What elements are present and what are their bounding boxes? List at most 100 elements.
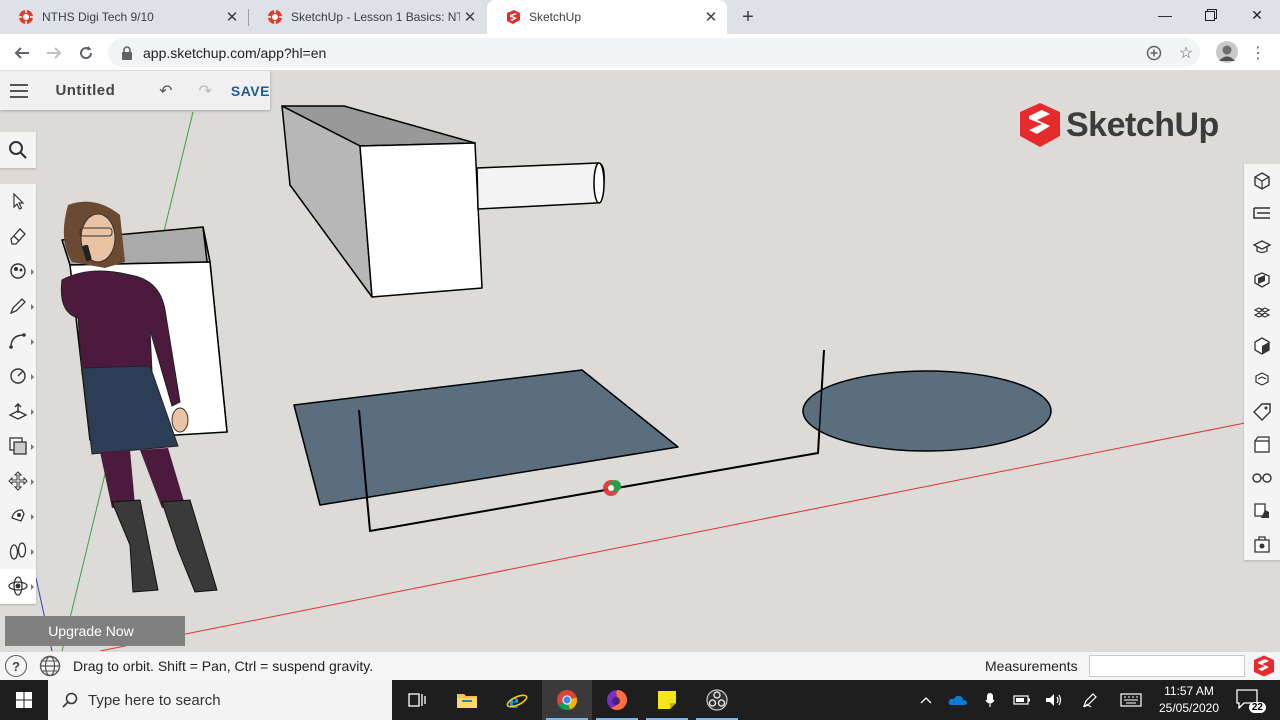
taskbar-search-box[interactable]: Type here to search bbox=[48, 680, 392, 720]
instructor-icon bbox=[1252, 239, 1272, 253]
outliner-button[interactable] bbox=[1244, 197, 1280, 230]
profile-avatar[interactable] bbox=[1215, 40, 1239, 64]
materials-icon bbox=[1253, 306, 1271, 318]
reload-button[interactable] bbox=[73, 40, 99, 66]
close-window-button[interactable]: ✕ bbox=[1234, 0, 1280, 30]
tab-sketchup-active[interactable]: SketchUp ✕ bbox=[487, 0, 727, 34]
forward-button[interactable] bbox=[41, 40, 67, 66]
start-button[interactable] bbox=[0, 680, 48, 720]
select-tool[interactable] bbox=[0, 184, 36, 218]
chevron-up-icon bbox=[920, 697, 932, 704]
tab-title: SketchUp - Lesson 1 Basics: NTHS bbox=[291, 10, 460, 24]
close-tab-icon[interactable]: ✕ bbox=[222, 7, 242, 27]
lock-icon bbox=[122, 45, 132, 60]
arc-icon bbox=[9, 333, 26, 349]
notification-center-button[interactable]: 22 bbox=[1236, 689, 1266, 713]
push-pull-tool[interactable] bbox=[0, 394, 36, 428]
rotate-tool[interactable] bbox=[0, 499, 36, 533]
globe-icon[interactable] bbox=[39, 655, 61, 677]
install-app-icon[interactable] bbox=[1143, 42, 1165, 64]
offset-tool[interactable] bbox=[0, 429, 36, 463]
pen-workspace-icon[interactable] bbox=[1080, 690, 1100, 710]
bookmark-star-icon[interactable]: ☆ bbox=[1175, 42, 1197, 64]
obs-button[interactable] bbox=[692, 680, 742, 720]
orbit-icon bbox=[8, 576, 28, 596]
minimize-window-button[interactable]: — bbox=[1142, 0, 1188, 30]
orbit-tool[interactable] bbox=[0, 569, 36, 603]
sticky-notes-button[interactable] bbox=[642, 680, 692, 720]
walk-tool[interactable] bbox=[0, 534, 36, 568]
help-icon[interactable]: ? bbox=[5, 655, 27, 677]
restore-window-button[interactable] bbox=[1188, 0, 1234, 30]
right-panel-toolbar bbox=[1244, 164, 1280, 560]
measurements-input[interactable] bbox=[1089, 655, 1245, 677]
entity-info-button[interactable] bbox=[1244, 164, 1280, 197]
shadows-button[interactable] bbox=[1244, 494, 1280, 527]
scenes-button[interactable] bbox=[1244, 362, 1280, 395]
solid-inspector-icon bbox=[1254, 535, 1270, 553]
scenes-icon bbox=[1255, 371, 1269, 386]
new-tab-button[interactable]: + bbox=[737, 6, 759, 28]
hamburger-menu-icon[interactable] bbox=[0, 83, 37, 98]
upgrade-now-button[interactable]: Upgrade Now bbox=[5, 616, 185, 646]
internet-explorer-icon: e bbox=[506, 689, 528, 711]
sketchup-logo-text: SketchUp bbox=[1066, 105, 1219, 144]
canvas-favicon-icon bbox=[267, 9, 283, 25]
show-hidden-icons-button[interactable] bbox=[916, 690, 936, 710]
display-button[interactable] bbox=[1244, 428, 1280, 461]
arc-tool[interactable] bbox=[0, 324, 36, 358]
file-bar: Untitled ↶ ↷ SAVE bbox=[0, 71, 270, 110]
instructor-button[interactable] bbox=[1244, 230, 1280, 263]
pencil-tool[interactable] bbox=[0, 289, 36, 323]
microphone-icon[interactable] bbox=[980, 690, 1000, 710]
tab-nths-digi-tech[interactable]: NTHS Digi Tech 9/10 ✕ bbox=[0, 0, 248, 34]
circle-icon bbox=[10, 368, 26, 384]
search-tool-button[interactable] bbox=[0, 132, 36, 168]
select-icon bbox=[13, 192, 25, 210]
onedrive-icon[interactable] bbox=[948, 690, 968, 710]
chrome-menu-icon[interactable]: ⋮ bbox=[1247, 42, 1269, 64]
components-button[interactable] bbox=[1244, 263, 1280, 296]
file-name[interactable]: Untitled bbox=[55, 82, 146, 99]
address-bar[interactable]: app.sketchup.com/app?hl=en bbox=[108, 38, 1200, 67]
offset-icon bbox=[9, 437, 27, 455]
styles-button[interactable] bbox=[1244, 329, 1280, 362]
tags-button[interactable] bbox=[1244, 395, 1280, 428]
task-view-button[interactable] bbox=[392, 680, 442, 720]
solid-inspector-button[interactable] bbox=[1244, 527, 1280, 560]
paint-bucket-icon bbox=[10, 263, 26, 279]
eraser-tool[interactable] bbox=[0, 219, 36, 253]
internet-explorer-button[interactable]: e bbox=[492, 680, 542, 720]
close-tab-icon[interactable]: ✕ bbox=[701, 7, 721, 27]
chrome-button[interactable] bbox=[542, 680, 592, 720]
xray-button[interactable] bbox=[1244, 461, 1280, 494]
file-explorer-button[interactable] bbox=[442, 680, 492, 720]
circle-tool[interactable] bbox=[0, 359, 36, 393]
sketchup-status-icon[interactable] bbox=[1253, 655, 1275, 677]
close-tab-icon[interactable]: ✕ bbox=[460, 7, 480, 27]
back-arrow-icon bbox=[14, 47, 29, 59]
undo-icon[interactable]: ↶ bbox=[146, 81, 185, 101]
firefox-button[interactable] bbox=[592, 680, 642, 720]
save-button[interactable]: SAVE bbox=[231, 83, 270, 99]
tab-title: SketchUp bbox=[529, 10, 582, 24]
system-clock[interactable]: 11:57 AM 25/05/2020 bbox=[1150, 683, 1228, 717]
3d-model-canvas[interactable] bbox=[0, 71, 1280, 651]
cylinder bbox=[476, 162, 605, 210]
rectangular-box bbox=[281, 105, 483, 298]
touch-keyboard-icon[interactable] bbox=[1118, 690, 1144, 710]
back-button[interactable] bbox=[9, 40, 35, 66]
search-icon bbox=[62, 692, 78, 708]
windows-logo-icon bbox=[16, 692, 32, 708]
sketchup-viewport[interactable]: Untitled ↶ ↷ SAVE SketchUp Upgrade Now bbox=[0, 71, 1280, 651]
move-tool[interactable] bbox=[0, 464, 36, 498]
eraser-icon bbox=[10, 228, 26, 245]
tab-sketchup-lesson[interactable]: SketchUp - Lesson 1 Basics: NTHS ✕ bbox=[249, 0, 486, 34]
materials-button[interactable] bbox=[1244, 296, 1280, 329]
paint-bucket-tool[interactable] bbox=[0, 254, 36, 288]
volume-icon[interactable] bbox=[1044, 690, 1064, 710]
canvas-favicon-icon bbox=[18, 9, 34, 25]
forward-arrow-icon bbox=[47, 47, 62, 59]
sketchup-logo: SketchUp bbox=[1018, 101, 1219, 149]
battery-icon[interactable] bbox=[1012, 690, 1032, 710]
